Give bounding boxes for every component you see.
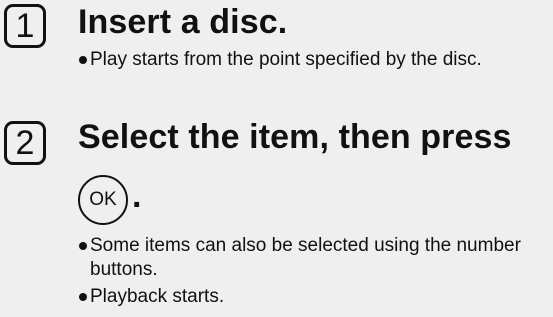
bullet-dot-icon	[79, 242, 87, 250]
bullet-dot-icon	[79, 56, 87, 64]
bullet-dot-icon	[79, 293, 87, 301]
step-1-title: Insert a disc.	[78, 3, 288, 41]
step-2-title: Select the item, then press	[78, 118, 512, 156]
step-2-title-end: .	[132, 177, 142, 215]
step-1-bullet-1-text: Play starts from the point specified by …	[90, 49, 482, 70]
step-number-1: 1	[4, 4, 46, 48]
step-2-bullet-2-text: Playback starts.	[90, 286, 225, 307]
step-2-bullet-1: Some items can also be selected using th…	[79, 234, 549, 282]
step-number-2: 2	[4, 121, 46, 165]
step-2-bullet-1-text: Some items can also be selected using th…	[90, 235, 521, 280]
ok-button-icon: OK	[78, 175, 128, 225]
step-1-bullet-1: Play starts from the point specified by …	[79, 48, 539, 72]
step-2-bullet-2: Playback starts.	[79, 285, 539, 309]
